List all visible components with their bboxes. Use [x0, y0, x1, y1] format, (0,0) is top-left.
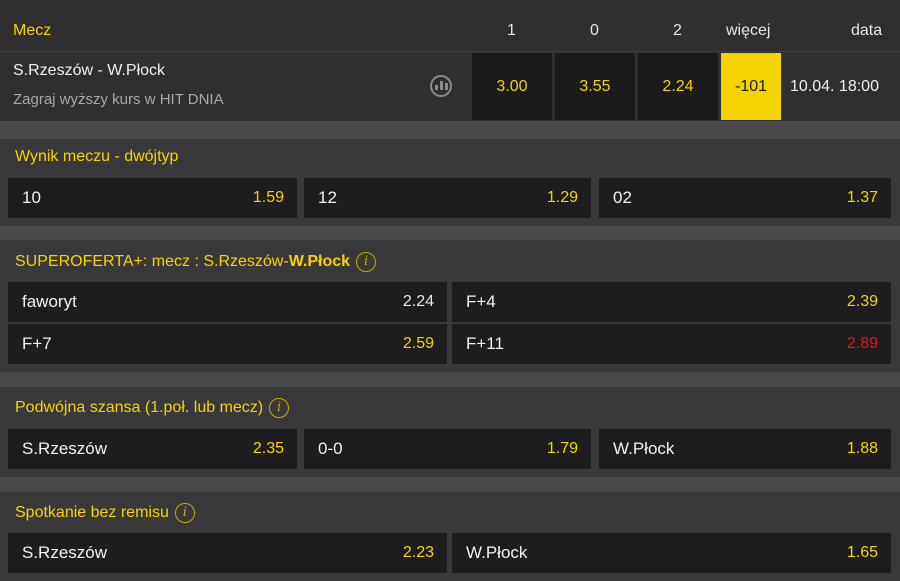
bet-option[interactable]: F+4 2.39 [452, 282, 891, 322]
section-draw-no-bet: Spotkanie bez remisu i S.Rzeszów 2.23 W.… [0, 492, 900, 581]
bet-option[interactable]: faworyt 2.24 [8, 282, 447, 322]
bet-option-label: F+7 [22, 334, 52, 353]
bet-option-odd: 1.29 [546, 189, 578, 206]
header-date: data [851, 22, 883, 39]
match-name[interactable]: S.Rzeszów - W.Płock [13, 62, 165, 80]
match-subtitle: Zagraj wyższy kurs w HIT DNIA [13, 91, 224, 108]
bet-option[interactable]: S.Rzeszów 2.23 [8, 533, 447, 573]
section-title-text: SUPEROFERTA+: mecz : S.Rzeszów- [15, 253, 289, 270]
bet-option[interactable]: 10 1.59 [8, 178, 297, 218]
more-bets-button[interactable]: -101 [721, 53, 781, 120]
section-title: Podwójna szansa (1.poł. lub mecz) i [15, 397, 290, 419]
section-superoffer: SUPEROFERTA+: mecz : S.Rzeszów- W.Płock i… [0, 240, 900, 372]
header-col-0: 0 [590, 22, 599, 39]
info-icon[interactable]: i [174, 503, 195, 523]
bet-option-odd: 1.79 [546, 440, 578, 457]
bar-chart-icon[interactable] [430, 75, 452, 97]
section-double-chance: Podwójna szansa (1.poł. lub mecz) i S.Rz… [0, 387, 900, 477]
match-date: 10.04. 18:00 [790, 78, 879, 95]
section-title-text: Spotkanie bez remisu [15, 504, 169, 521]
bet-option-odd: 1.88 [846, 440, 878, 457]
bet-option-label: S.Rzeszów [22, 439, 108, 458]
section-title: Spotkanie bez remisu i [15, 502, 195, 524]
bet-option-odd: 1.59 [252, 189, 284, 206]
info-icon[interactable]: i [356, 252, 377, 272]
bet-option-label: 12 [318, 188, 337, 207]
info-icon[interactable]: i [269, 398, 290, 418]
bet-option-label: faworyt [22, 292, 77, 311]
bet-option-label: F+4 [466, 292, 496, 311]
odd-draw-button[interactable]: 3.55 [555, 53, 635, 120]
bet-option-odd: 2.89 [846, 335, 878, 352]
bet-option-odd: 2.35 [252, 440, 284, 457]
bet-option-odd: 2.39 [846, 293, 878, 310]
header-match: Mecz [13, 22, 52, 39]
bet-option-label: S.Rzeszów [22, 543, 108, 562]
section-double-result: Wynik meczu - dwójtyp 10 1.59 12 1.29 02… [0, 139, 900, 226]
bet-option-label: W.Płock [466, 543, 528, 562]
bet-option-odd: 2.59 [402, 335, 434, 352]
header-more: więcej [726, 22, 771, 39]
section-title: Wynik meczu - dwójtyp [15, 148, 179, 165]
header-col-1: 1 [507, 22, 516, 39]
section-title-text: Podwójna szansa (1.poł. lub mecz) [15, 399, 264, 416]
bet-option[interactable]: 0-0 1.79 [304, 429, 591, 469]
divider [0, 121, 900, 139]
bet-option-label: 0-0 [318, 439, 343, 458]
section-title-bold: W.Płock [288, 253, 351, 270]
bet-option-label: F+11 [466, 334, 504, 353]
bet-option-odd: 1.65 [846, 544, 878, 561]
bet-option[interactable]: W.Płock 1.65 [452, 533, 891, 573]
match-row[interactable]: S.Rzeszów - W.Płock Zagraj wyższy kurs w… [0, 52, 900, 121]
bet-option-label: 02 [613, 188, 632, 207]
bet-option[interactable]: S.Rzeszów 2.35 [8, 429, 297, 469]
bet-option-odd: 2.23 [402, 544, 434, 561]
bet-option[interactable]: 12 1.29 [304, 178, 591, 218]
table-header: Mecz 1 0 2 więcej data [0, 0, 900, 52]
bet-option[interactable]: F+11 2.89 [452, 324, 891, 364]
header-col-2: 2 [673, 22, 682, 39]
divider [0, 226, 900, 240]
bet-option-odd: 2.24 [402, 293, 434, 310]
odd-away-button[interactable]: 2.24 [638, 53, 718, 120]
odd-home-button[interactable]: 3.00 [472, 53, 552, 120]
bet-option[interactable]: F+7 2.59 [8, 324, 447, 364]
bet-option-label: W.Płock [613, 439, 675, 458]
bet-option-label: 10 [22, 188, 41, 207]
bet-option[interactable]: 02 1.37 [599, 178, 891, 218]
bet-option-odd: 1.37 [846, 189, 878, 206]
divider [0, 372, 900, 387]
bet-option[interactable]: W.Płock 1.88 [599, 429, 891, 469]
section-title: SUPEROFERTA+: mecz : S.Rzeszów- W.Płock i [15, 251, 377, 273]
divider [0, 477, 900, 492]
